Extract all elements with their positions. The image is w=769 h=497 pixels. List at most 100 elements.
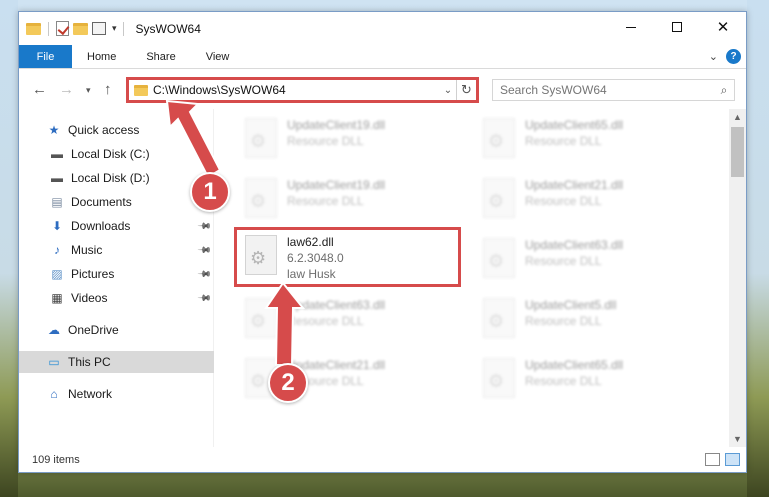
pin-icon[interactable]: 📌 — [197, 242, 212, 258]
computer-icon: ▭ — [48, 355, 60, 369]
sidebar-item-label: Downloads — [71, 219, 131, 233]
quick-access-toolbar: ▾ — [19, 21, 117, 36]
vertical-scrollbar[interactable]: ▲ ▼ — [729, 109, 746, 447]
close-button[interactable]: ✕ — [700, 12, 746, 42]
scroll-up-icon[interactable]: ▲ — [729, 109, 746, 125]
sidebar-item-local-disk-c[interactable]: ▬ Local Disk (C:) 📌 — [19, 143, 214, 165]
scroll-thumb[interactable] — [731, 127, 744, 177]
file-description: 6.2.3048.0 — [287, 251, 344, 265]
file-tile[interactable]: UpdateClient65.dll Resource DLL — [475, 113, 705, 163]
properties-check-icon[interactable] — [56, 21, 69, 36]
minimize-button[interactable] — [608, 12, 654, 42]
download-icon: ⬇ — [51, 219, 63, 233]
folder-icon — [134, 84, 148, 96]
file-meta: UpdateClient19.dll Resource DLL — [287, 113, 385, 149]
step-1-badge: 1 — [190, 172, 230, 212]
file-tile[interactable]: UpdateClient21.dll Resource DLL — [475, 173, 705, 223]
toolbar-divider — [48, 21, 49, 36]
file-tile[interactable]: UpdateClient19.dll Resource DLL — [237, 113, 467, 163]
file-name: UpdateClient19.dll — [287, 178, 386, 192]
tiles-view-icon[interactable] — [725, 453, 740, 466]
search-input[interactable] — [500, 83, 714, 97]
tab-file[interactable]: File — [19, 45, 72, 68]
status-bar: 109 items — [19, 448, 746, 472]
sidebar-item-music[interactable]: ♪ Music 📌 — [19, 239, 214, 261]
desktop-wallpaper-left — [0, 0, 18, 497]
file-meta: UpdateClient21.dll Resource DLL — [525, 173, 623, 209]
search-icon[interactable]: ⌕ — [714, 83, 734, 98]
view-toggles — [705, 453, 740, 466]
sidebar-item-downloads[interactable]: ⬇ Downloads 📌 — [19, 215, 214, 237]
sidebar-item-network[interactable]: ⌂ Network — [19, 383, 214, 405]
file-name: UpdateClient65.dll — [525, 118, 624, 132]
tab-home[interactable]: Home — [72, 45, 131, 68]
tab-view[interactable]: View — [191, 45, 245, 68]
file-meta: UpdateClient63.dll Resource DLL — [287, 293, 385, 329]
help-icon[interactable]: ? — [726, 49, 741, 64]
maximize-button[interactable] — [654, 12, 700, 42]
address-dropdown-icon[interactable]: ⌄ — [440, 85, 456, 96]
sidebar-item-pictures[interactable]: ▨ Pictures 📌 — [19, 263, 214, 285]
sidebar-item-documents[interactable]: ▤ Documents — [19, 191, 214, 213]
tab-share[interactable]: Share — [131, 45, 190, 68]
pictures-icon: ▨ — [51, 267, 63, 281]
refresh-icon[interactable]: ↻ — [456, 80, 476, 100]
desktop-wallpaper-right — [747, 0, 769, 497]
details-view-icon[interactable] — [705, 453, 720, 466]
sidebar-item-quick-access[interactable]: ★ Quick access — [19, 119, 214, 141]
ribbon-controls: ⌄ ? — [709, 49, 741, 64]
scroll-down-icon[interactable]: ▼ — [729, 431, 746, 447]
sidebar-item-videos[interactable]: ▦ Videos 📌 — [19, 287, 214, 309]
back-arrow-icon[interactable]: ← — [32, 81, 47, 98]
new-folder-icon[interactable] — [73, 22, 88, 35]
address-path[interactable]: C:\Windows\SysWOW64 — [153, 83, 440, 97]
file-description: Resource DLL — [525, 134, 602, 148]
maximize-icon — [672, 22, 682, 32]
sidebar-item-label: Quick access — [68, 123, 140, 137]
file-description: Resource DLL — [525, 314, 602, 328]
file-name: UpdateClient5.dll — [525, 298, 617, 312]
sidebar-item-local-disk-d[interactable]: ▬ Local Disk (D:) — [19, 167, 214, 189]
address-row: ← → ▾ ↑ C:\Windows\SysWOW64 ⌄ ↻ ⌕ — [19, 69, 746, 109]
sidebar-item-label: Videos — [71, 291, 108, 305]
file-tile[interactable]: UpdateClient63.dll Resource DLL — [237, 293, 467, 343]
file-description: Resource DLL — [287, 314, 364, 328]
content-area: ★ Quick access ▬ Local Disk (C:) 📌 ▬ Local Dis… — [19, 109, 746, 447]
pin-icon[interactable]: 📌 — [197, 146, 212, 162]
pin-icon[interactable]: 📌 — [197, 290, 212, 306]
ribbon-tabs: File Home Share View ⌄ ? — [19, 45, 746, 69]
sidebar-item-label: Local Disk (C:) — [71, 147, 150, 161]
file-tile[interactable]: UpdateClient63.dll Resource DLL — [475, 233, 705, 283]
sidebar-item-label: Network — [68, 387, 113, 401]
forward-arrow-icon[interactable]: → — [59, 81, 74, 98]
customize-toolbar-dropdown-icon[interactable]: ▾ — [112, 23, 117, 34]
file-description: Resource DLL — [525, 374, 602, 388]
file-tile-selected[interactable]: law62.dll 6.2.3048.0 law Husk — [234, 227, 461, 287]
properties-icon[interactable] — [92, 22, 106, 35]
dll-file-icon — [483, 358, 515, 398]
file-description: Resource DLL — [287, 134, 364, 148]
item-count: 109 items — [32, 454, 80, 466]
dll-file-icon — [483, 118, 515, 158]
file-tile[interactable]: UpdateClient5.dll Resource DLL — [475, 293, 705, 343]
sidebar-item-label: Documents — [71, 195, 132, 209]
address-bar[interactable]: C:\Windows\SysWOW64 ⌄ ↻ — [126, 77, 479, 103]
expand-ribbon-chevron-icon[interactable]: ⌄ — [709, 50, 718, 63]
close-icon: ✕ — [716, 19, 730, 36]
file-name: UpdateClient21.dll — [525, 178, 624, 192]
dll-file-icon — [483, 238, 515, 278]
recent-locations-dropdown-icon[interactable]: ▾ — [86, 85, 91, 96]
dll-file-icon — [245, 298, 277, 338]
file-tile[interactable]: UpdateClient19.dll Resource DLL — [237, 173, 467, 223]
sidebar-item-onedrive[interactable]: ☁ OneDrive — [19, 319, 214, 341]
sidebar-item-this-pc[interactable]: ▭ This PC — [19, 351, 214, 373]
pin-icon[interactable]: 📌 — [197, 266, 212, 282]
folder-icon — [26, 22, 41, 35]
up-arrow-icon[interactable]: ↑ — [104, 81, 112, 98]
file-tile[interactable]: UpdateClient65.dll Resource DLL — [475, 353, 705, 403]
videos-icon: ▦ — [51, 291, 63, 305]
sidebar-item-label: Pictures — [71, 267, 115, 281]
search-box[interactable]: ⌕ — [492, 79, 735, 101]
pin-icon[interactable]: 📌 — [197, 218, 212, 234]
cloud-icon: ☁ — [48, 323, 60, 337]
